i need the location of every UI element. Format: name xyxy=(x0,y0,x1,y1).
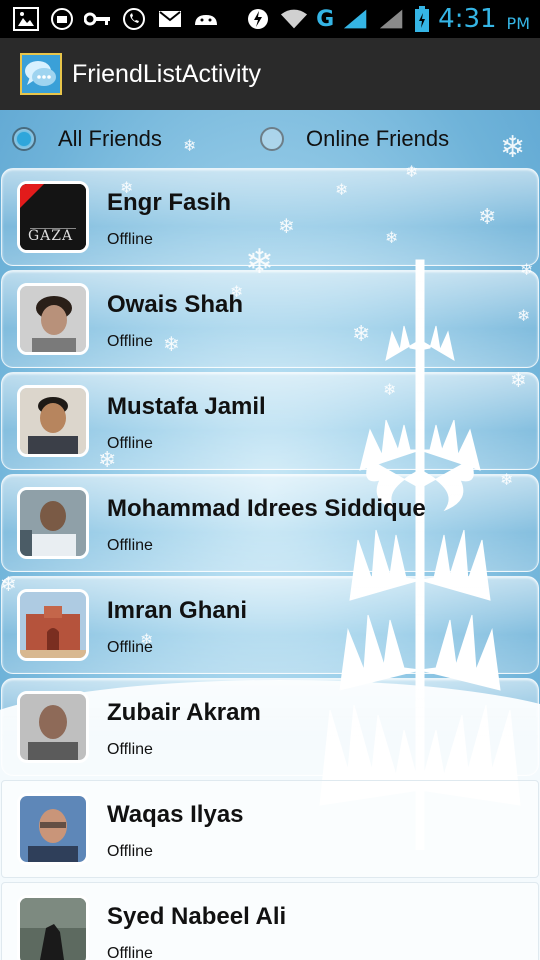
wifi-icon xyxy=(280,7,308,31)
flash-icon xyxy=(244,7,272,31)
whatsapp-icon xyxy=(120,7,148,31)
all-friends-radio[interactable] xyxy=(12,127,36,151)
avatar: GAZA xyxy=(17,181,89,253)
friend-status: Offline xyxy=(107,639,153,656)
app-title: FriendListActivity xyxy=(72,59,261,88)
friend-status: Offline xyxy=(107,435,153,452)
friend-filter: All Friends Online Friends xyxy=(0,110,540,168)
avatar xyxy=(17,895,89,960)
signal-icon xyxy=(342,7,370,31)
battery-icon xyxy=(414,6,430,32)
friend-row[interactable]: Mohammad Idrees Siddique Offline xyxy=(1,474,539,572)
friend-row[interactable]: Waqas Ilyas Offline xyxy=(1,780,539,878)
friend-row[interactable]: Imran Ghani Offline xyxy=(1,576,539,674)
friend-name: Imran Ghani xyxy=(107,597,248,624)
friend-name: Mohammad Idrees Siddique xyxy=(107,495,426,522)
friend-row[interactable]: Syed Nabeel Ali Offline xyxy=(1,882,539,960)
friend-status: Offline xyxy=(107,843,153,860)
avatar xyxy=(17,283,89,355)
friend-list-content: ❄ ❄ ❄ ❄ ❄ ❄ ❄ ❄ ❄ ❄ ❄ ❄ ❄ ❄ ❄ ❄ ❄ ❄ ❄ ❄ … xyxy=(0,110,540,960)
avatar xyxy=(17,589,89,661)
friend-status: Offline xyxy=(107,333,153,350)
friend-name: Owais Shah xyxy=(107,291,244,318)
friend-status: Offline xyxy=(107,231,153,248)
chat-bubbles-icon[interactable] xyxy=(20,53,62,95)
key-icon xyxy=(84,7,112,31)
status-bar: G 4:31 PM xyxy=(0,0,540,38)
friend-status: Offline xyxy=(107,537,153,554)
all-friends-option[interactable]: All Friends xyxy=(12,126,162,152)
friend-name: Mustafa Jamil xyxy=(107,393,266,420)
friend-row[interactable]: GAZA Engr Fasih Offline xyxy=(1,168,539,266)
online-friends-label[interactable]: Online Friends xyxy=(306,126,449,152)
avatar xyxy=(17,385,89,457)
friend-status: Offline xyxy=(107,741,153,758)
android-icon xyxy=(192,7,220,31)
friend-row[interactable]: Zubair Akram Offline xyxy=(1,678,539,776)
gmail-icon xyxy=(156,7,184,31)
friend-name: Syed Nabeel Ali xyxy=(107,903,287,930)
photo-notification-icon xyxy=(12,7,40,31)
friend-name: Waqas Ilyas xyxy=(107,801,244,828)
friend-row[interactable]: Owais Shah Offline xyxy=(1,270,539,368)
secure-icon xyxy=(48,7,76,31)
friend-name: Engr Fasih xyxy=(107,189,232,216)
friend-list: GAZA Engr Fasih Offline Owais Shah Offli… xyxy=(0,168,540,960)
avatar xyxy=(17,487,89,559)
avatar xyxy=(17,691,89,763)
all-friends-label[interactable]: All Friends xyxy=(58,126,162,152)
friend-row[interactable]: Mustafa Jamil Offline xyxy=(1,372,539,470)
action-bar: FriendListActivity xyxy=(0,38,540,112)
network-type: G xyxy=(316,6,335,32)
clock-time: 4:31 xyxy=(438,4,497,34)
online-friends-option[interactable]: Online Friends xyxy=(260,126,449,152)
avatar-text: GAZA xyxy=(28,228,74,244)
signal-2-icon xyxy=(378,7,406,31)
online-friends-radio[interactable] xyxy=(260,127,284,151)
avatar xyxy=(17,793,89,865)
friend-status: Offline xyxy=(107,945,153,960)
friend-name: Zubair Akram xyxy=(107,699,261,726)
clock-ampm: PM xyxy=(506,13,530,33)
